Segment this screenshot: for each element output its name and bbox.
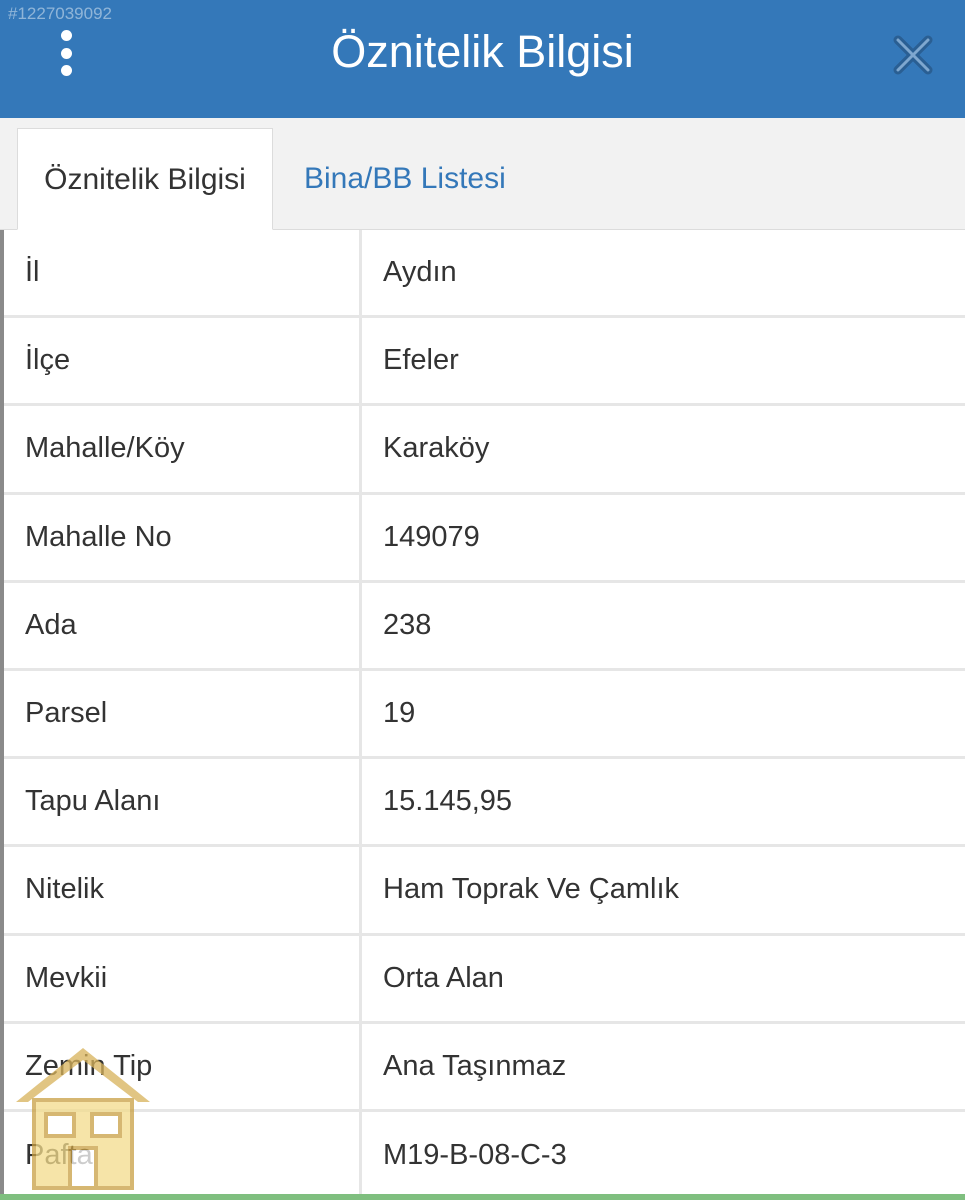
attribute-value: Ana Taşınmaz [383,1049,567,1082]
table-row: Nitelik Ham Toprak Ve Çamlık [4,847,965,936]
column-divider [359,230,362,316]
table-row: Parsel 19 [4,670,965,760]
close-icon [893,35,933,75]
attribute-value: Orta Alan [383,961,504,994]
attribute-value: 238 [383,608,432,641]
attribute-key: Mahalle No [25,520,172,553]
column-divider [359,670,362,757]
attribute-key: Nitelik [25,873,104,906]
table-row: İlçe Efeler [4,318,965,407]
attribute-value: Efeler [383,344,459,377]
column-divider [359,1111,362,1200]
attribute-value: 149079 [383,520,480,553]
attribute-value: 15.145,95 [383,785,513,818]
attribute-value: Karaköy [383,432,490,465]
table-row: Tapu Alanı 15.145,95 [4,759,965,848]
column-divider [359,935,362,1021]
attribute-value: Ham Toprak Ve Çamlık [383,873,680,906]
attribute-value: M19-B-08-C-3 [383,1139,567,1172]
tab-attribute-info[interactable]: Öznitelik Bilgisi [17,128,273,230]
tab-bar: Öznitelik Bilgisi Bina/BB Listesi [0,118,965,230]
app-header: #1227039092 Öznitelik Bilgisi [0,0,965,118]
attribute-key: İl [25,256,40,289]
listing-watermark: #1227039092 [8,4,113,23]
tab-building-list[interactable]: Bina/BB Listesi [304,128,506,230]
attribute-key: İlçe [25,344,71,377]
column-divider [359,318,362,404]
table-row: İl Aydın [4,230,965,319]
column-divider [359,494,362,580]
page-title: Öznitelik Bilgisi [331,26,634,77]
attribute-key: Ada [25,608,77,641]
table-row: Mevkii Orta Alan [4,935,965,1024]
house-logo-icon [16,1048,150,1190]
column-divider [359,582,362,668]
bottom-border [0,1194,965,1200]
attribute-key: Mevkii [25,961,108,994]
attribute-key: Parsel [25,697,108,730]
table-row: Mahalle No 149079 [4,494,965,583]
column-divider [359,847,362,933]
table-row: Ada 238 [4,582,965,671]
close-button[interactable] [888,30,938,80]
attribute-value: 19 [383,697,416,730]
attribute-key: Tapu Alanı [25,785,161,818]
attribute-value: Aydın [383,256,457,289]
column-divider [359,406,362,492]
attribute-key: Mahalle/Köy [25,432,185,465]
column-divider [359,1023,362,1109]
table-row: Mahalle/Köy Karaköy [4,406,965,495]
column-divider [359,759,362,845]
